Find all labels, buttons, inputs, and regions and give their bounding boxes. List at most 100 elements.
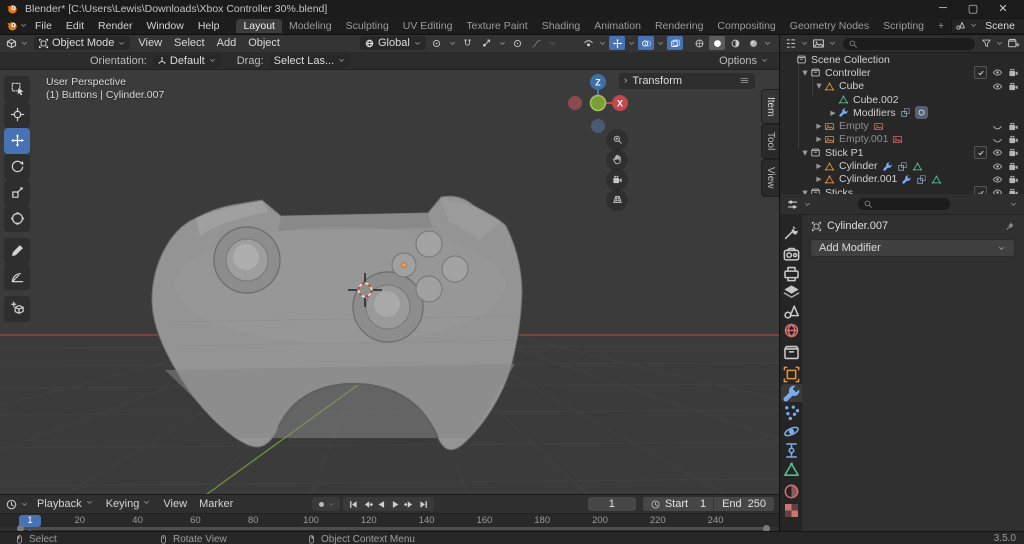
properties-tab-constraints[interactable]	[782, 441, 801, 459]
array-modifier-icon[interactable]	[897, 161, 908, 172]
hide-eye-icon[interactable]	[992, 161, 1003, 172]
pin-id-icon[interactable]	[1004, 221, 1015, 232]
xray-toggle[interactable]	[667, 36, 683, 50]
expand-arrow-icon[interactable]: ▸	[828, 107, 838, 119]
properties-tab-modifiers[interactable]	[781, 384, 802, 402]
drag-setting-dropdown[interactable]: Select Las...	[270, 54, 351, 68]
outliner-item-label[interactable]: Cylinder	[839, 160, 878, 172]
menu-render[interactable]: Render	[91, 20, 139, 32]
add-modifier-button[interactable]: Add Modifier	[810, 239, 1015, 257]
show-overlays-toggle[interactable]	[638, 36, 654, 50]
timeline-menu-marker[interactable]: Marker	[193, 498, 239, 510]
tool-measure-button[interactable]	[4, 264, 30, 290]
disable-render-camera-icon[interactable]	[1008, 67, 1019, 78]
outliner-item-label[interactable]: Modifiers	[853, 107, 896, 119]
orientation-setting-dropdown[interactable]: Default	[153, 54, 221, 68]
selectability-checkbox[interactable]	[974, 146, 987, 159]
disable-render-camera-icon[interactable]	[1008, 121, 1019, 132]
outliner-item-label[interactable]: Controller	[825, 67, 871, 79]
editor-type-icon[interactable]	[5, 37, 18, 50]
tool-move-button[interactable]	[4, 128, 30, 154]
timeline-ruler[interactable]: 1 20406080100120140160180200220240	[0, 513, 779, 527]
new-collection-icon[interactable]	[1007, 37, 1020, 50]
mesh-data-icon[interactable]	[931, 174, 942, 185]
outliner-row-cube[interactable]: ▾Cube	[780, 80, 1024, 93]
hide-eye-icon[interactable]	[992, 147, 1003, 158]
current-frame-field[interactable]: 1	[588, 497, 636, 511]
show-gizmo-toggle[interactable]	[609, 36, 625, 50]
properties-tab-collection[interactable]	[782, 343, 801, 361]
workspace-tab-shading[interactable]: Shading	[535, 19, 588, 33]
viewport-menu-add[interactable]: Add	[211, 37, 243, 49]
expand-arrow-icon[interactable]: ▾	[800, 147, 810, 159]
tool-scale-button[interactable]	[4, 180, 30, 206]
gizmo-neg-z-ball[interactable]	[591, 119, 605, 133]
outliner-item-label[interactable]: Scene Collection	[811, 54, 890, 66]
tool-transform-button[interactable]	[4, 206, 30, 232]
gizmo-y-ball[interactable]	[591, 95, 606, 110]
outliner-row-modifiers[interactable]: ▸ Modifiers	[780, 106, 1024, 119]
sidebar-tab-item[interactable]: Item	[761, 89, 779, 124]
menu-edit[interactable]: Edit	[59, 20, 91, 32]
outliner-row-empty[interactable]: ▸Empty	[780, 120, 1024, 133]
outliner-row-cylinder-001[interactable]: ▸Cylinder.001	[780, 173, 1024, 186]
camera-view-button[interactable]	[606, 169, 628, 191]
outliner-row-cube-002[interactable]: Cube.002	[780, 93, 1024, 106]
shading-solid-button[interactable]	[709, 36, 725, 50]
properties-tab-texture[interactable]	[782, 501, 801, 519]
show-object-types-button[interactable]	[580, 36, 596, 50]
properties-search-input[interactable]	[858, 198, 950, 210]
maximize-button[interactable]: ▢	[958, 2, 988, 15]
image-data-icon[interactable]	[873, 121, 884, 132]
outliner-item-label[interactable]: Cube.002	[853, 94, 899, 106]
outliner-row-controller[interactable]: ▾ Controller	[780, 66, 1024, 79]
play-reverse-button[interactable]	[375, 498, 388, 511]
outliner-item-label[interactable]: Sticks	[825, 187, 853, 194]
options-button[interactable]: Options	[719, 55, 757, 67]
tool-rotate-button[interactable]	[4, 154, 30, 180]
scene-selector[interactable]: Scene	[951, 18, 1024, 34]
play-button[interactable]	[389, 498, 402, 511]
outliner-editor-icon[interactable]	[784, 37, 797, 50]
snap-target-button[interactable]	[479, 36, 495, 50]
mesh-data-icon[interactable]	[912, 161, 923, 172]
properties-tab-tool[interactable]	[782, 223, 801, 241]
tool-annotate-button[interactable]	[4, 238, 30, 264]
modifier-icon[interactable]	[882, 161, 893, 172]
tool-select-box-button[interactable]	[4, 76, 30, 102]
disable-render-camera-icon[interactable]	[1008, 147, 1019, 158]
outliner-item-label[interactable]: Empty	[839, 120, 869, 132]
disable-render-camera-icon[interactable]	[1008, 134, 1019, 145]
disable-render-camera-icon[interactable]	[1008, 161, 1019, 172]
properties-tab-data[interactable]	[782, 460, 801, 478]
menu-window[interactable]: Window	[139, 20, 190, 32]
viewport-3d[interactable]: Z X User Perspective (1) Buttons | Cylin…	[0, 70, 779, 494]
workspace-tab-compositing[interactable]: Compositing	[710, 19, 782, 33]
outliner-row-sticks[interactable]: ▾Sticks	[780, 186, 1024, 194]
jump-to-end-button[interactable]	[417, 498, 430, 511]
workspace-tab-modeling[interactable]: Modeling	[282, 19, 339, 33]
outliner-search-input[interactable]	[843, 38, 975, 50]
toggle-perspective-button[interactable]	[606, 189, 628, 211]
hide-eye-icon[interactable]	[992, 67, 1003, 78]
timeline-menu-keying[interactable]: Keying	[100, 498, 158, 510]
pan-view-button[interactable]	[606, 149, 628, 171]
array-modifier-icon[interactable]	[900, 107, 911, 118]
timeline-editor-icon[interactable]	[5, 498, 18, 511]
workspace-tab-texture-paint[interactable]: Texture Paint	[459, 19, 534, 33]
properties-editor-icon[interactable]	[786, 198, 799, 211]
outliner-item-label[interactable]: Stick P1	[825, 147, 864, 159]
outliner-row-stick-p1[interactable]: ▾ Stick P1	[780, 146, 1024, 159]
outliner-row-cylinder[interactable]: ▸Cylinder	[780, 159, 1024, 172]
outliner-item-label[interactable]: Cube	[839, 80, 864, 92]
timeline-scrollbar[interactable]	[20, 527, 767, 530]
sidebar-tab-view[interactable]: View	[761, 159, 779, 197]
expand-arrow-icon[interactable]: ▾	[800, 67, 810, 79]
workspace-tab-uv-editing[interactable]: UV Editing	[396, 19, 460, 33]
tool-add-cube-button[interactable]	[4, 296, 30, 322]
jump-to-start-button[interactable]	[347, 498, 360, 511]
properties-tab-render[interactable]	[782, 245, 801, 263]
next-keyframe-button[interactable]	[403, 498, 416, 511]
shading-material-button[interactable]	[727, 36, 743, 50]
shading-wireframe-button[interactable]	[691, 36, 707, 50]
